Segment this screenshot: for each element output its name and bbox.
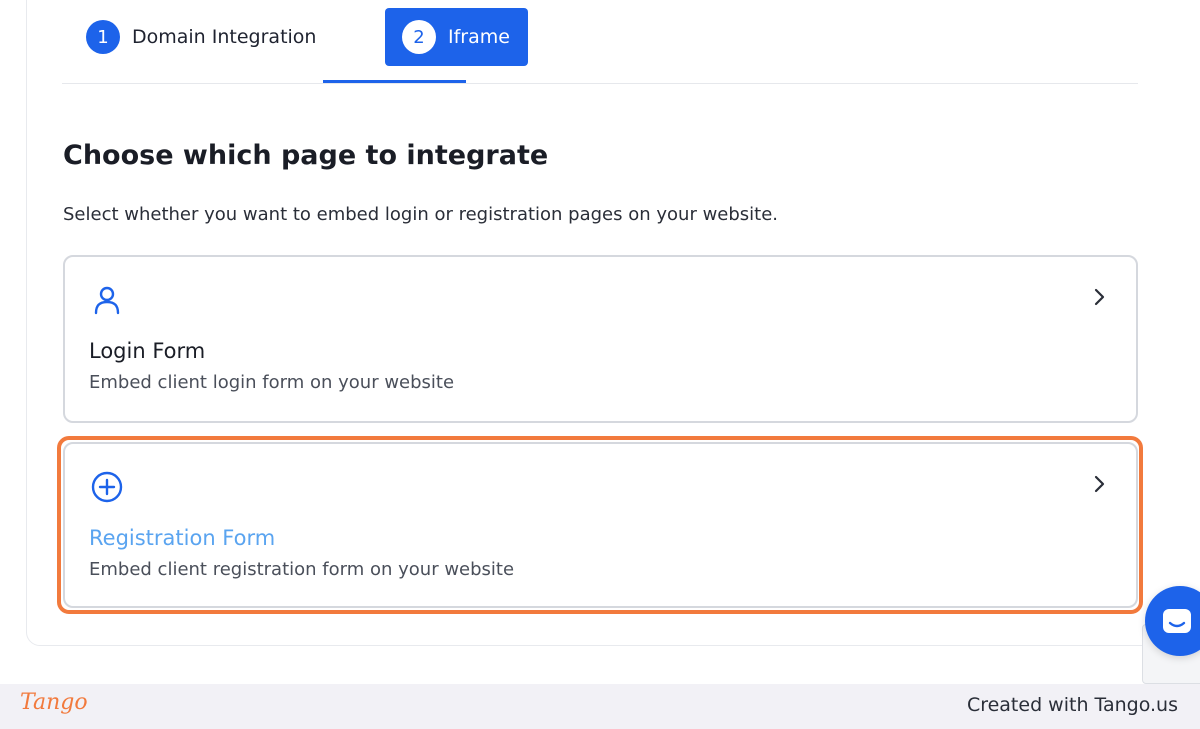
chat-icon	[1163, 609, 1191, 633]
option-title: Login Form	[89, 339, 206, 363]
active-tab-indicator	[323, 80, 466, 83]
footer-bar: Tango Created with Tango.us	[0, 684, 1200, 729]
tab-label: Domain Integration	[132, 26, 317, 48]
step-number-badge: 1	[86, 20, 120, 54]
tab-iframe[interactable]: 2 Iframe	[385, 8, 528, 66]
tab-label: Iframe	[448, 26, 510, 48]
tango-logo: Tango	[20, 690, 88, 715]
tab-domain-integration[interactable]: 1 Domain Integration	[86, 8, 316, 66]
option-title: Registration Form	[89, 526, 276, 550]
chevron-right-icon	[1094, 288, 1105, 306]
chevron-right-icon	[1094, 475, 1105, 493]
footer-credit: Created with Tango.us	[966, 694, 1178, 716]
step-tabs: 1 Domain Integration 2 Iframe	[62, 0, 1138, 84]
option-description: Embed client login form on your website	[89, 372, 455, 393]
step-number-badge: 2	[402, 20, 436, 54]
login-form-option[interactable]: Login Form Embed client login form on yo…	[63, 255, 1138, 423]
registration-form-option[interactable]: Registration Form Embed client registrat…	[63, 442, 1138, 608]
page-description: Select whether you want to embed login o…	[63, 204, 779, 225]
plus-circle-icon	[91, 471, 123, 503]
page: 1 Domain Integration 2 Iframe Choose whi…	[0, 0, 1200, 729]
option-description: Embed client registration form on your w…	[89, 559, 515, 580]
page-title: Choose which page to integrate	[63, 140, 549, 171]
user-icon	[94, 286, 120, 315]
